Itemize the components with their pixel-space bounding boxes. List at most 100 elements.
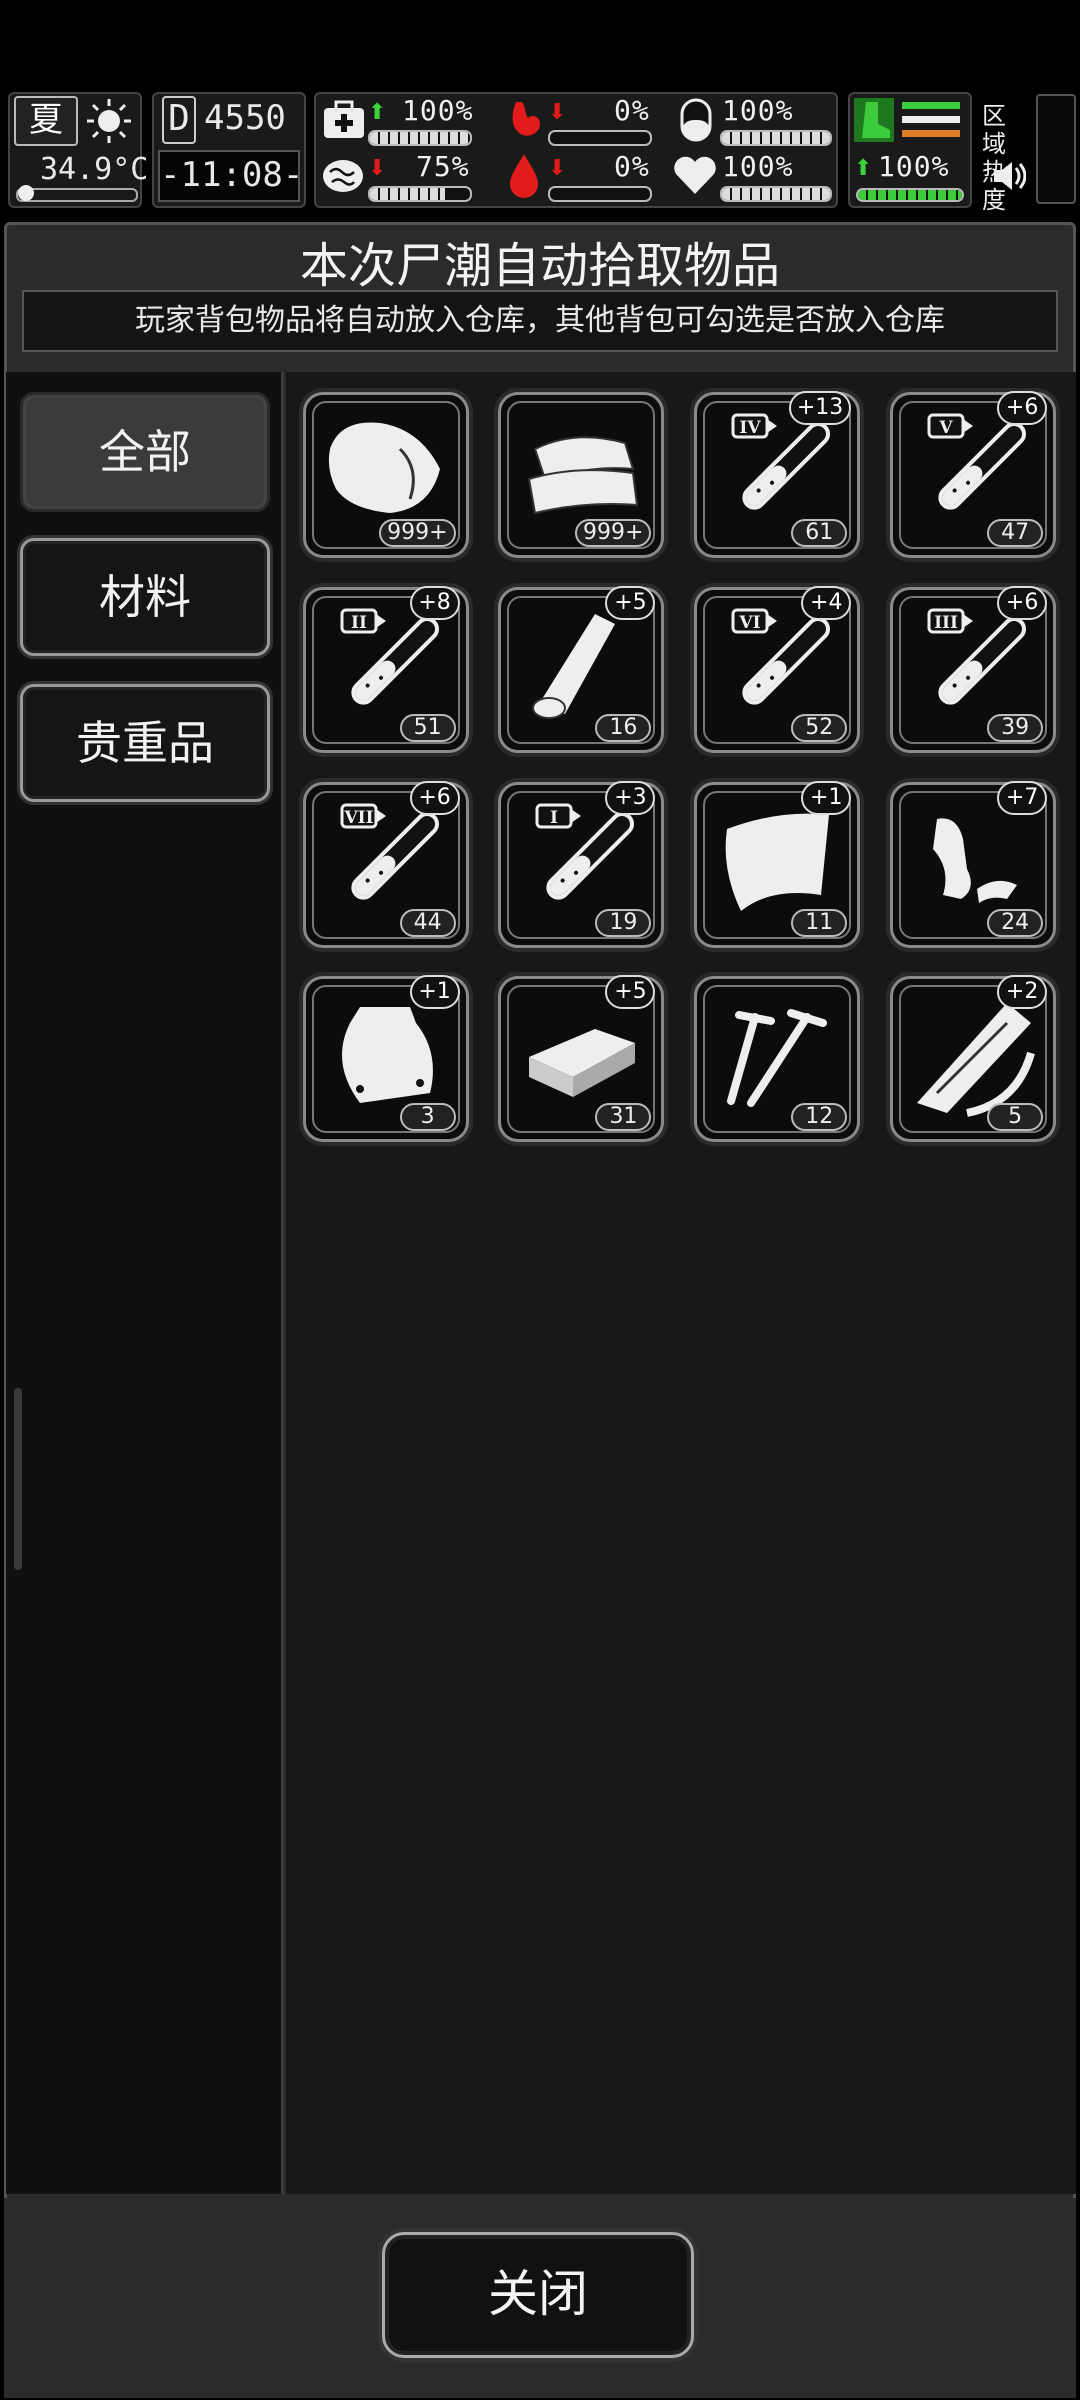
item-slot[interactable]: 3 +1: [302, 975, 469, 1143]
item-count: 44: [399, 908, 456, 937]
dialog-title: 本次尸潮自动拾取物品: [299, 238, 780, 294]
system-status-bar: [0, 0, 1080, 88]
stamina-panel: ⬆ 100%: [848, 92, 972, 208]
item-count: 39: [987, 713, 1044, 742]
blood-drop-icon: [510, 154, 538, 198]
item-slot[interactable]: 24 +7: [890, 780, 1057, 948]
heart-bar-fill: [722, 188, 830, 200]
hud-bar: 夏 34.9°C D 4550 -11:08- ⬆ 100% ⬇ 0% 100%…: [0, 88, 1080, 214]
pill-bar: [720, 130, 832, 146]
dialog-subtitle: 玩家背包物品将自动放入仓库，其他背包可勾选是否放入仓库: [22, 290, 1058, 352]
medkit-icon: [324, 100, 364, 138]
day-prefix: D: [162, 96, 196, 144]
health-bar-fill: [370, 132, 470, 144]
hunger-down-arrow-icon: ⬇: [548, 100, 567, 125]
item-slot[interactable]: 12: [694, 976, 861, 1143]
item-slot[interactable]: 5 +2: [890, 975, 1057, 1143]
hunger-bar: [548, 130, 652, 146]
svg-text:II: II: [351, 613, 367, 633]
temperature-readout: 34.9°C: [40, 152, 149, 187]
tab-all[interactable]: 全部: [20, 392, 270, 512]
heart-icon: [674, 156, 716, 194]
item-slot[interactable]: 16 +5: [498, 585, 665, 753]
sidebar-scroll-indicator[interactable]: [14, 1388, 22, 1570]
sun-icon: [87, 99, 131, 143]
item-count: 12: [791, 1103, 848, 1132]
item-slot[interactable]: V 47 +6: [890, 391, 1057, 559]
item-count: 24: [987, 908, 1044, 937]
tab-valuables[interactable]: 贵重品: [20, 684, 270, 802]
item-bonus-badge: +5: [605, 975, 656, 1010]
region-heat-meter: [1036, 94, 1076, 204]
pill-value: 100%: [722, 94, 794, 127]
item-slot[interactable]: 999+: [498, 392, 665, 559]
day-clock-panel: D 4550 -11:08-: [152, 92, 306, 208]
stamina-value: 100%: [878, 150, 950, 183]
svg-text:VI: VI: [739, 613, 761, 633]
item-slot[interactable]: 11 +1: [694, 780, 861, 948]
category-sidebar: 全部 材料 贵重品: [6, 372, 284, 2194]
item-slot[interactable]: I 19 +3: [498, 780, 665, 948]
stamina-stripe-green: [902, 102, 960, 109]
item-count: 52: [791, 713, 848, 742]
hunger-value: 0%: [614, 94, 650, 127]
brain-icon: [323, 160, 363, 192]
item-count: 61: [791, 519, 848, 548]
item-bonus-badge: +8: [409, 585, 460, 620]
svg-text:I: I: [550, 808, 558, 828]
health-bar: [368, 130, 472, 146]
item-slot[interactable]: IV 61 +13: [694, 391, 861, 559]
item-bonus-badge: +5: [605, 585, 656, 620]
item-bonus-badge: +1: [801, 780, 852, 815]
day-counter: 4550: [204, 98, 286, 138]
item-bonus-badge: +6: [997, 585, 1048, 620]
item-slot[interactable]: III 39 +6: [890, 585, 1057, 753]
svg-text:III: III: [934, 613, 958, 633]
pill-bar-fill: [722, 132, 830, 144]
blood-value: 0%: [614, 150, 650, 183]
item-count: 11: [791, 908, 848, 937]
item-count: 5: [987, 1103, 1044, 1132]
mental-bar-fill: [370, 188, 445, 200]
game-clock: -11:08-: [158, 150, 303, 202]
health-up-arrow-icon: ⬆: [368, 100, 387, 125]
boot-icon: [854, 98, 894, 142]
item-slot[interactable]: 31 +5: [498, 975, 665, 1143]
heart-bar: [720, 186, 832, 202]
temperature-bar: [16, 185, 138, 202]
stomach-icon: [512, 102, 540, 136]
health-value: 100%: [402, 94, 474, 127]
item-count: 31: [595, 1103, 652, 1132]
item-grid: 999+ 999+ IV 61 +13 V 47 +6 II 51 +8 16 +5 V…: [286, 372, 1076, 2194]
item-bonus-badge: +1: [409, 975, 460, 1010]
svg-text:V: V: [939, 418, 954, 438]
item-slot[interactable]: 999+: [302, 392, 469, 559]
item-bonus-badge: +4: [801, 585, 852, 620]
item-count: 51: [399, 713, 456, 742]
svg-text:VII: VII: [343, 808, 373, 828]
stamina-bar: [856, 188, 964, 202]
pill-icon: [680, 98, 712, 142]
close-button[interactable]: 关闭: [382, 2232, 694, 2358]
survival-stats-panel: ⬆ 100% ⬇ 0% 100% ⬇ 75% ⬇ 0% 100%: [314, 92, 838, 208]
stamina-stripe-orange: [902, 130, 960, 137]
item-count: 19: [595, 908, 652, 937]
item-bonus-badge: +13: [788, 391, 852, 426]
item-count: 999+: [379, 519, 456, 548]
stamina-bar-fill: [858, 190, 962, 200]
item-slot[interactable]: II 51 +8: [302, 585, 469, 753]
speaker-icon[interactable]: [990, 158, 1026, 194]
svg-text:IV: IV: [740, 418, 762, 438]
item-count: 16: [595, 713, 652, 742]
item-bonus-badge: +2: [997, 975, 1048, 1010]
item-bonus-badge: +6: [409, 780, 460, 815]
item-slot[interactable]: VII 44 +6: [302, 780, 469, 948]
season-label: 夏: [14, 96, 78, 146]
tab-materials[interactable]: 材料: [20, 538, 270, 656]
item-slot[interactable]: VI 52 +4: [694, 585, 861, 753]
stamina-up-arrow-icon: ⬆: [854, 156, 873, 181]
mental-value: 75%: [416, 150, 470, 183]
blood-bar: [548, 186, 652, 202]
stamina-stripe-white: [902, 116, 960, 123]
heart-value: 100%: [722, 150, 794, 183]
